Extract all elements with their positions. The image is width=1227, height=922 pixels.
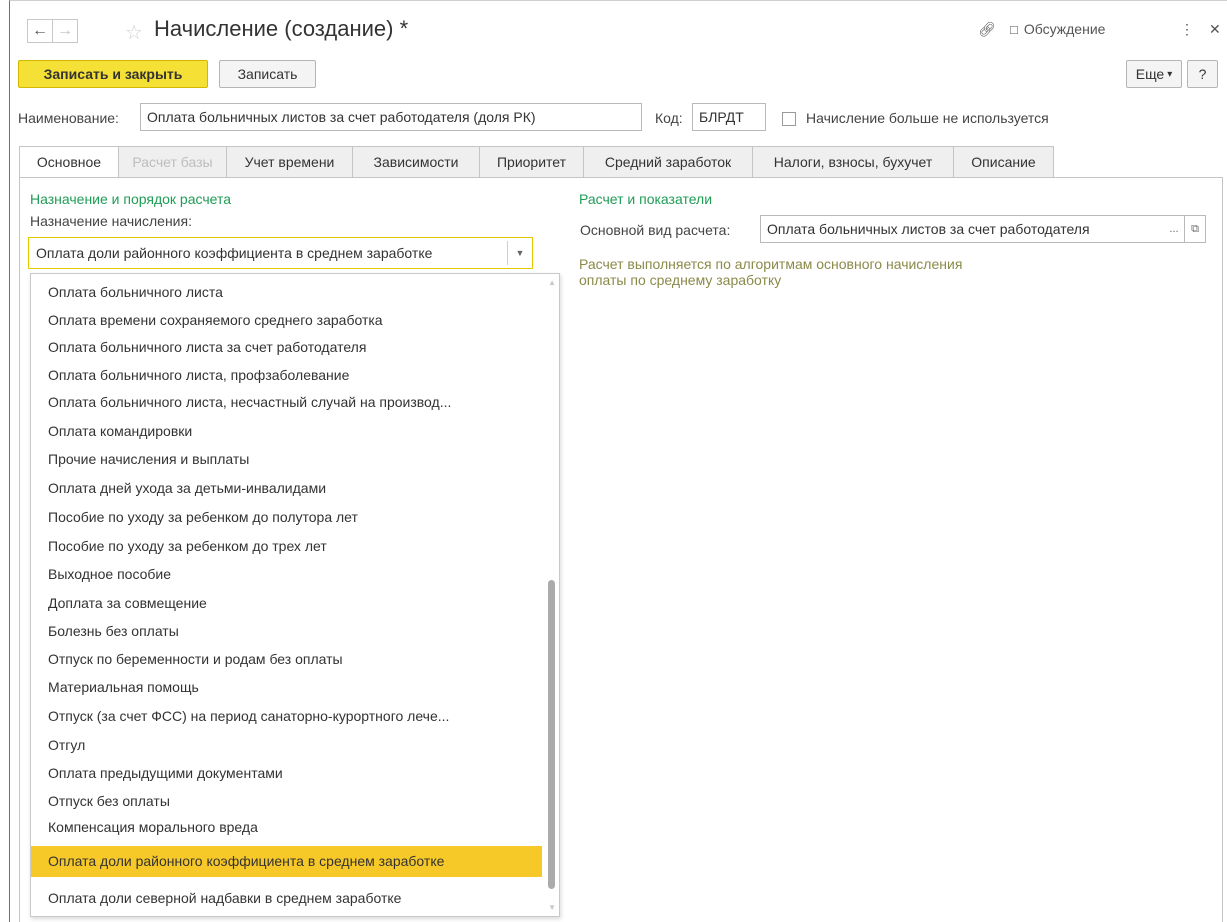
- dropdown-item[interactable]: Болезнь без оплаты: [31, 618, 542, 645]
- dropdown-item[interactable]: Выходное пособие: [31, 561, 542, 588]
- page-title: Начисление (создание) *: [154, 16, 409, 41]
- tab-main[interactable]: Основное: [19, 146, 119, 178]
- unused-checkbox[interactable]: [782, 112, 796, 126]
- dropdown-item[interactable]: Материальная помощь: [31, 674, 542, 701]
- dropdown-item[interactable]: Прочие начисления и выплаты: [31, 446, 542, 473]
- dropdown-item[interactable]: Оплата командировки: [31, 418, 542, 445]
- scrollbar-thumb[interactable]: [548, 580, 555, 889]
- purpose-label: Назначение начисления:: [30, 213, 192, 229]
- save-and-close-button[interactable]: Записать и закрыть: [18, 60, 208, 88]
- dropdown-item[interactable]: Оплата больничного листа за счет работод…: [31, 334, 542, 361]
- scroll-down-icon[interactable]: ▼: [548, 903, 556, 912]
- unused-label: Начисление больше не используется: [806, 110, 1049, 126]
- tab-time-accounting[interactable]: Учет времени: [227, 146, 353, 178]
- dropdown-item[interactable]: Доплата за совмещение: [31, 590, 542, 617]
- discussion-button[interactable]: □ Обсуждение: [1010, 21, 1105, 37]
- more-label: Еще: [1135, 66, 1165, 82]
- save-button[interactable]: Записать: [219, 60, 316, 88]
- dropdown-item[interactable]: Отпуск по беременности и родам без оплат…: [31, 646, 542, 673]
- arrow-right-icon: →: [57, 22, 73, 39]
- close-icon[interactable]: ✕: [1209, 21, 1221, 38]
- select-button[interactable]: ...: [1164, 215, 1185, 243]
- tab-bar: Основное Расчет базы Учет времени Зависи…: [19, 146, 1054, 178]
- help-button[interactable]: ?: [1187, 60, 1218, 88]
- purpose-dropdown-list[interactable]: ▲ ▼ Оплата больничного листа Оплата време…: [30, 273, 560, 917]
- info-line-2: оплаты по среднему заработку: [579, 272, 782, 288]
- name-input[interactable]: Оплата больничных листов за счет работод…: [140, 103, 642, 131]
- chevron-down-icon[interactable]: ▼: [507, 241, 532, 265]
- dropdown-item[interactable]: Отпуск (за счет ФСС) на период санаторно…: [31, 703, 542, 730]
- name-label: Наименование:: [18, 110, 119, 126]
- purpose-select-value: Оплата доли районного коэффициента в сре…: [36, 245, 433, 261]
- tab-priority[interactable]: Приоритет: [480, 146, 584, 178]
- discussion-label: Обсуждение: [1023, 21, 1106, 37]
- open-icon: ⧉: [1191, 222, 1199, 235]
- favorite-star-icon[interactable]: ☆: [125, 20, 143, 45]
- dropdown-item[interactable]: Оплата больничного листа, профзаболевани…: [31, 362, 542, 389]
- right-section-title: Расчет и показатели: [579, 191, 713, 207]
- left-section-title: Назначение и порядок расчета: [30, 191, 232, 207]
- more-vert-icon[interactable]: ⋮: [1180, 21, 1194, 38]
- info-line-1: Расчет выполняется по алгоритмам основно…: [579, 256, 963, 272]
- base-kind-label: Основной вид расчета:: [580, 222, 731, 238]
- chat-icon: □: [1010, 21, 1018, 37]
- code-input[interactable]: БЛРДТ: [692, 103, 766, 131]
- dropdown-item[interactable]: Отпуск без оплаты: [31, 788, 542, 815]
- chevron-down-icon: ▾: [1167, 68, 1173, 80]
- dropdown-item[interactable]: Пособие по уходу за ребенком до трех лет: [31, 533, 542, 560]
- purpose-select[interactable]: Оплата доли районного коэффициента в сре…: [28, 237, 533, 269]
- dropdown-item[interactable]: Оплата предыдущими документами: [31, 760, 542, 787]
- back-button[interactable]: ←: [27, 19, 53, 43]
- dropdown-item[interactable]: Отгул: [31, 732, 542, 759]
- more-button[interactable]: Еще ▾: [1126, 60, 1182, 88]
- tab-average-earnings[interactable]: Средний заработок: [584, 146, 753, 178]
- forward-button[interactable]: →: [52, 19, 78, 43]
- dropdown-scrollbar[interactable]: ▲ ▼: [544, 274, 559, 916]
- link-icon[interactable]: 🔗︎: [978, 21, 996, 38]
- tab-taxes[interactable]: Налоги, взносы, бухучет: [753, 146, 954, 178]
- tab-description[interactable]: Описание: [954, 146, 1054, 178]
- dropdown-item-selected[interactable]: Оплата доли районного коэффициента в сре…: [31, 846, 542, 877]
- dropdown-item[interactable]: Оплата больничного листа, несчастный слу…: [31, 389, 542, 416]
- tab-base-calc[interactable]: Расчет базы: [119, 146, 227, 178]
- tab-dependencies[interactable]: Зависимости: [353, 146, 480, 178]
- dropdown-item[interactable]: Оплата доли северной надбавки в среднем …: [31, 885, 542, 912]
- arrow-left-icon: ←: [32, 22, 48, 39]
- dropdown-item[interactable]: Пособие по уходу за ребенком до полутора…: [31, 504, 542, 531]
- open-button[interactable]: ⧉: [1185, 215, 1206, 243]
- ellipsis-icon: ...: [1169, 223, 1179, 235]
- base-kind-input[interactable]: Оплата больничных листов за счет работод…: [760, 215, 1165, 243]
- scroll-up-icon[interactable]: ▲: [548, 278, 556, 287]
- code-label: Код:: [655, 110, 683, 126]
- info-text: Расчет выполняется по алгоритмам основно…: [579, 256, 962, 288]
- dropdown-item[interactable]: Оплата времени сохраняемого среднего зар…: [31, 307, 542, 334]
- dropdown-item[interactable]: Оплата дней ухода за детьми-инвалидами: [31, 475, 542, 502]
- dropdown-item[interactable]: Компенсация морального вреда: [31, 814, 542, 841]
- dropdown-item[interactable]: Оплата больничного листа: [31, 279, 542, 306]
